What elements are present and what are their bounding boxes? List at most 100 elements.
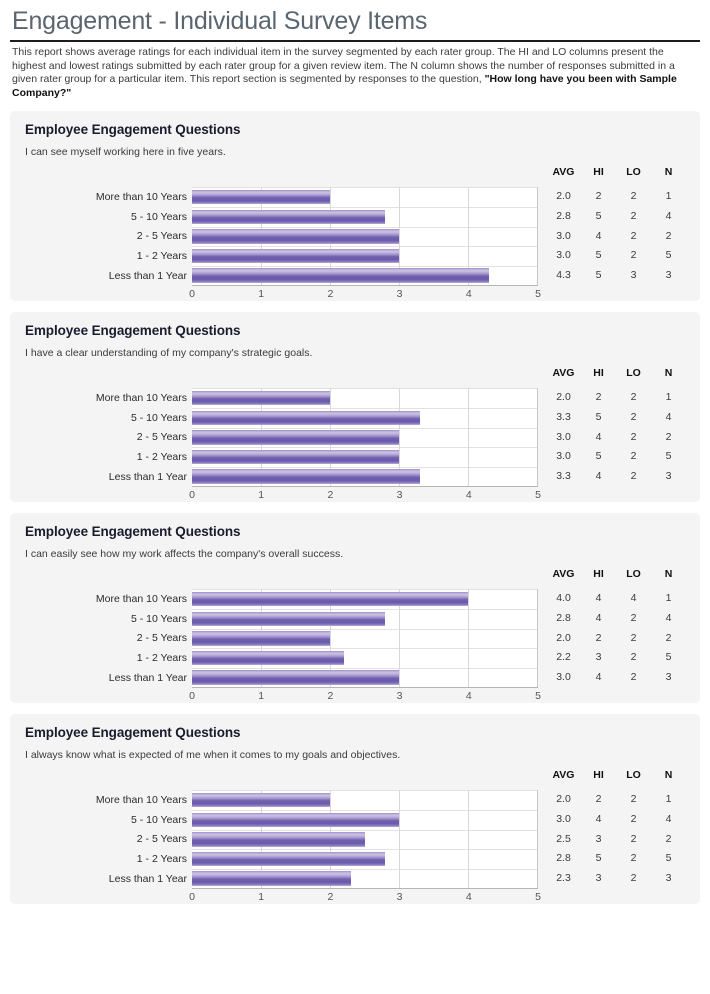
bar <box>192 209 386 224</box>
table-row: 2.3 3 2 3 <box>546 869 686 889</box>
grid-line-vertical <box>468 226 469 247</box>
x-axis-tick: 2 <box>327 690 334 703</box>
stats-cell-lo: 2 <box>630 793 637 806</box>
bar <box>192 268 489 283</box>
grid-line-vertical <box>468 206 469 227</box>
stats-header-avg: AVG <box>552 568 575 581</box>
bar-row-label: More than 10 Years <box>95 392 187 405</box>
bar-row: Less than 1 Year <box>24 667 538 688</box>
bar-row-label: 2 - 5 Years <box>136 431 187 444</box>
bar-row-label: Less than 1 Year <box>108 671 187 684</box>
bar-row: 2 - 5 Years <box>24 427 538 448</box>
bar-track <box>192 648 538 668</box>
x-axis-tick: 1 <box>258 489 265 502</box>
chart: AVG HI LO N 2.0 2 2 1 3.0 4 2 4 2.5 3 2 2 2.8 5 2 5 2.3 3 2 3 Mo… <box>24 768 686 903</box>
stats-cell-avg: 3.0 <box>556 670 571 683</box>
x-axis: 0 1 2 3 4 5 <box>189 687 541 708</box>
grid-line-horizontal <box>192 829 537 831</box>
grid-line-horizontal <box>192 206 537 208</box>
x-axis-tick: 1 <box>258 690 265 703</box>
x-axis-tick: 4 <box>465 288 472 301</box>
bar-row: 2 - 5 Years <box>24 829 538 850</box>
grid-line-vertical <box>468 427 469 448</box>
stats-cell-hi: 4 <box>595 469 602 482</box>
bar-row-label: Less than 1 Year <box>108 269 187 282</box>
stats-cell-hi: 4 <box>595 430 602 443</box>
bar-track <box>192 447 538 467</box>
bar <box>192 631 330 646</box>
grid-line-vertical <box>399 246 400 266</box>
stats-header-n: N <box>664 769 673 782</box>
bar <box>192 229 399 244</box>
stats-cell-hi: 4 <box>595 592 602 605</box>
bar-row-label: 2 - 5 Years <box>136 632 187 645</box>
table-row: 3.0 4 2 2 <box>546 428 686 448</box>
bar-row-label: 1 - 2 Years <box>136 852 187 865</box>
bar-row-label: More than 10 Years <box>95 593 187 606</box>
stats-cell-hi: 5 <box>595 450 602 463</box>
stats-cell-avg: 3.3 <box>556 410 571 423</box>
bar-track <box>192 628 538 649</box>
stats-cell-avg: 2.0 <box>556 190 571 203</box>
bar-track <box>192 608 538 629</box>
grid-line-vertical <box>468 187 469 207</box>
grid-line-horizontal <box>192 388 537 390</box>
grid-line-vertical <box>468 246 469 266</box>
grid-line-vertical <box>399 648 400 668</box>
bar-track <box>192 868 538 889</box>
table-row: 2.5 3 2 2 <box>546 830 686 850</box>
grid-line-vertical <box>399 809 400 830</box>
stats-cell-lo: 2 <box>630 670 637 683</box>
stats-header-avg: AVG <box>552 367 575 380</box>
grid-line-vertical <box>330 388 331 408</box>
bar-track <box>192 265 538 286</box>
stats-cell-avg: 2.0 <box>556 631 571 644</box>
stats-cell-lo: 2 <box>630 229 637 242</box>
grid-line-horizontal <box>192 265 537 267</box>
x-axis-tick: 0 <box>189 288 195 301</box>
grid-line-vertical <box>399 187 400 207</box>
bar-track <box>192 790 538 810</box>
stats-header-row: AVG HI LO N <box>546 165 686 187</box>
stats-cell-hi: 3 <box>595 871 602 884</box>
x-axis-tick: 1 <box>258 288 265 301</box>
grid-line-horizontal <box>192 427 537 429</box>
stats-cell-lo: 2 <box>630 812 637 825</box>
table-row: 2.8 5 2 5 <box>546 849 686 869</box>
bar <box>192 390 330 406</box>
bar-row: 1 - 2 Years <box>24 849 538 869</box>
stats-header-row: AVG HI LO N <box>546 768 686 790</box>
stats-header-avg: AVG <box>552 769 575 782</box>
grid-line-vertical <box>468 829 469 850</box>
bar <box>192 248 399 264</box>
grid-line-vertical <box>399 608 400 629</box>
plot-area: More than 10 Years 5 - 10 Years 2 - 5 Year… <box>24 388 541 507</box>
bar-row-label: 5 - 10 Years <box>130 813 187 826</box>
stats-cell-hi: 5 <box>595 268 602 281</box>
table-row: 3.0 5 2 5 <box>546 447 686 467</box>
page-title: Engagement - Individual Survey Items <box>12 7 428 35</box>
stats-cell-avg: 2.8 <box>556 209 571 222</box>
stats-cell-lo: 2 <box>630 430 637 443</box>
bar <box>192 410 420 425</box>
grid-line-horizontal <box>192 466 537 468</box>
stats-cell-avg: 3.0 <box>556 229 571 242</box>
stats-header-hi: HI <box>593 568 604 581</box>
bar-row: 5 - 10 Years <box>24 809 538 830</box>
bar-rows: More than 10 Years 5 - 10 Years 2 - 5 Year… <box>24 589 538 688</box>
bar-row-label: 5 - 10 Years <box>130 612 187 625</box>
grid-line-vertical <box>468 628 469 649</box>
bar <box>192 430 399 445</box>
card-title: Employee Engagement Questions <box>25 122 241 138</box>
x-axis-tick: 2 <box>327 489 334 502</box>
grid-line-vertical <box>468 790 469 810</box>
bar-row: More than 10 Years <box>24 187 538 207</box>
stats-cell-n: 3 <box>665 871 672 884</box>
grid-line-vertical <box>468 667 469 688</box>
bar-rows: More than 10 Years 5 - 10 Years 2 - 5 Year… <box>24 790 538 889</box>
stats-cell-n: 2 <box>665 832 672 845</box>
x-axis-tick: 3 <box>396 690 403 703</box>
bar <box>192 611 386 626</box>
stats-cell-n: 2 <box>665 430 672 443</box>
table-row: 2.0 2 2 1 <box>546 388 686 408</box>
